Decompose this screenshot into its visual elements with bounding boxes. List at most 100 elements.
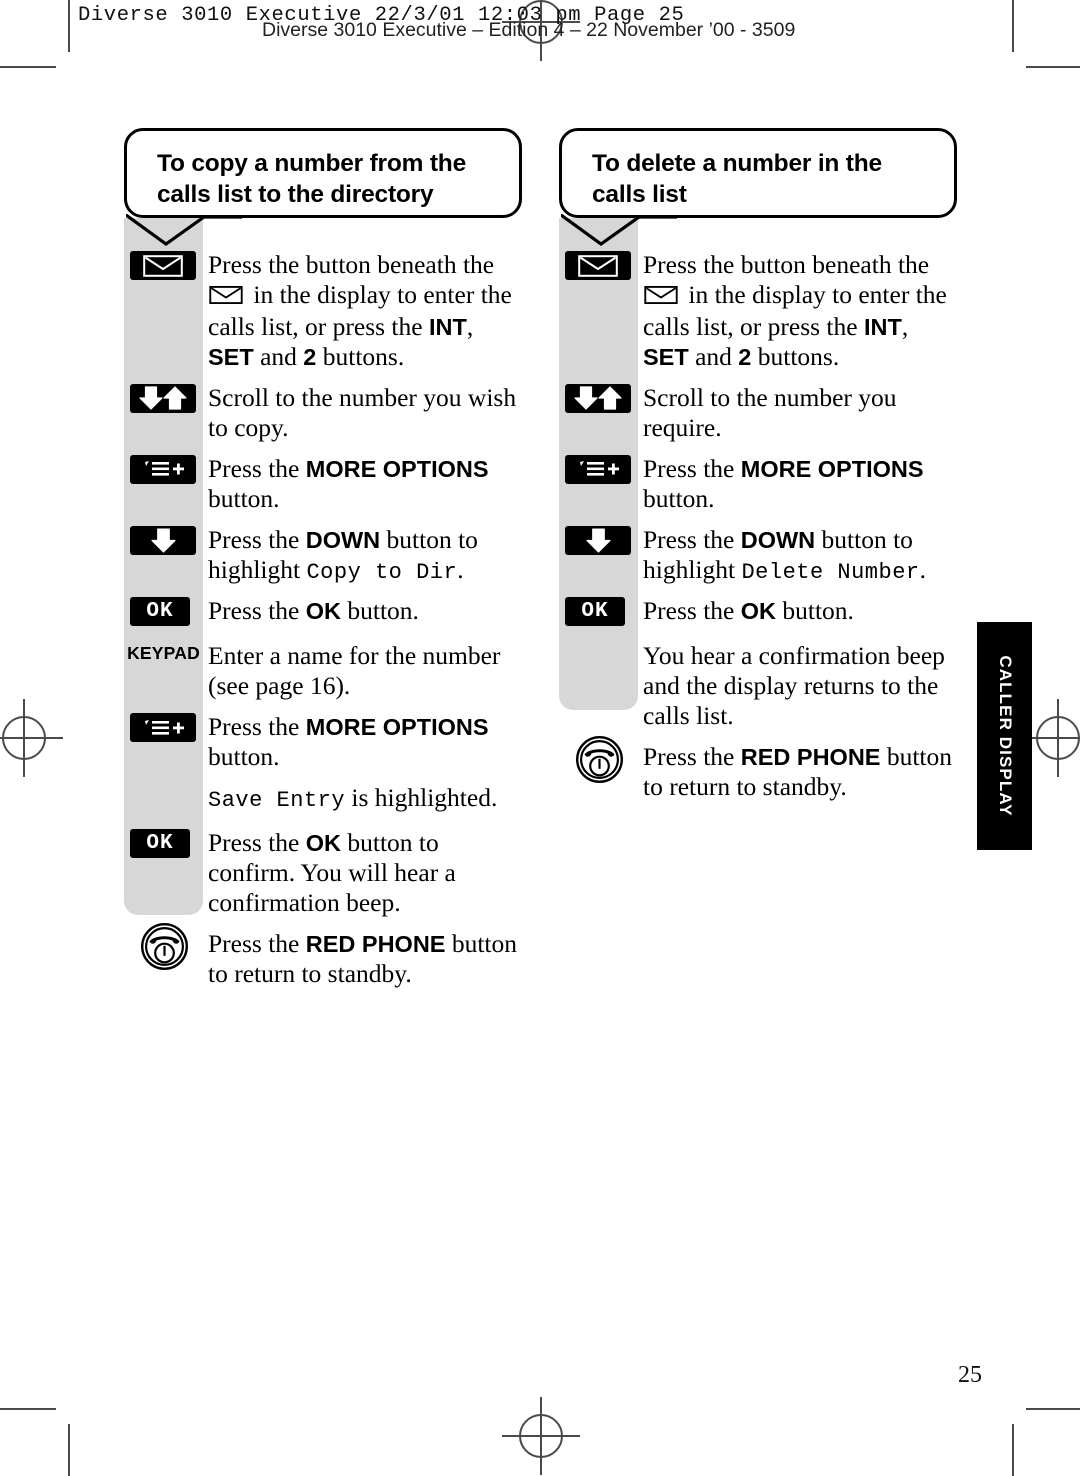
keypad-label-icon: KEYPAD xyxy=(127,643,200,664)
button-name: INT xyxy=(428,313,467,340)
step-instruction: Press the button beneath the in the disp… xyxy=(203,250,524,372)
button-name: RED PHONE xyxy=(740,744,881,771)
step-item: Press the button beneath the in the disp… xyxy=(124,250,524,372)
step-icon-gutter xyxy=(559,641,638,675)
button-name: INT xyxy=(863,313,902,340)
step-list: Press the button beneath the in the disp… xyxy=(124,250,524,1000)
instruction-text: Enter a name for the number (see page 16… xyxy=(208,641,501,701)
instruction-text: and xyxy=(253,341,304,371)
instruction-text: Press the xyxy=(208,524,306,554)
instruction-text: is highlighted. xyxy=(345,783,498,813)
instruction-text: , xyxy=(466,311,474,341)
instruction-text: and xyxy=(688,341,739,371)
step-icon-gutter xyxy=(559,736,638,784)
display-text: Delete Number xyxy=(741,559,920,585)
step-item: KEYPAD Enter a name for the number (see p… xyxy=(124,641,524,701)
instruction-text: Press the xyxy=(208,929,306,959)
button-name: DOWN xyxy=(740,526,816,553)
registration-mark-bottom xyxy=(502,1397,580,1475)
step-item: Press the RED PHONE button to return to … xyxy=(124,923,524,989)
instruction-text: Press the button beneath the xyxy=(208,250,495,279)
envelope-key-icon[interactable] xyxy=(565,251,631,280)
crop-mark-top-right-horizontal xyxy=(1026,66,1080,68)
envelope-glyph-icon xyxy=(644,282,678,312)
document-edition-header: Diverse 3010 Executive – Edition 4 – 22 … xyxy=(262,19,796,41)
down-up-arrows-key-icon[interactable] xyxy=(130,383,196,413)
instruction-text: button. xyxy=(208,483,280,513)
instruction-text: . xyxy=(457,554,464,584)
step-instruction: Press the RED PHONE button to return to … xyxy=(638,742,959,802)
step-instruction: Press the RED PHONE button to return to … xyxy=(203,929,524,989)
crop-mark-bottom-right-horizontal xyxy=(1026,1408,1080,1410)
button-name: OK xyxy=(740,598,776,625)
step-instruction: Press the DOWN button to highlight Copy … xyxy=(203,525,524,586)
crop-mark-bottom-left-vertical xyxy=(68,1424,70,1476)
heading-bubble-tail xyxy=(126,214,242,248)
button-name: SET xyxy=(643,343,689,370)
instruction-text: You hear a confirmation beep and the dis… xyxy=(643,641,945,731)
instruction-text: Press the xyxy=(208,596,306,626)
instruction-text: Press the xyxy=(643,596,741,626)
step-icon-gutter: KEYPAD xyxy=(124,641,203,675)
step-icon-gutter xyxy=(124,783,203,817)
step-item: OK Press the OK button. xyxy=(124,596,524,630)
registration-mark-left xyxy=(0,699,63,777)
instruction-text: button. xyxy=(208,742,280,772)
step-icon-gutter: OK xyxy=(124,596,203,630)
step-item: Press the MORE OPTIONS button. xyxy=(124,454,524,514)
red-phone-key-icon[interactable] xyxy=(141,923,188,971)
step-icon-gutter xyxy=(124,383,203,417)
instruction-text: Press the xyxy=(643,524,741,554)
section-heading-bubble: To delete a number in the calls list xyxy=(559,128,957,218)
ok-key-label: OK xyxy=(146,600,174,624)
step-item: Press the DOWN button to highlight Delet… xyxy=(559,525,959,586)
step-icon-gutter xyxy=(124,712,203,746)
more-options-key-icon[interactable] xyxy=(130,454,196,484)
section-heading-text: To copy a number from the calls list to … xyxy=(157,150,466,209)
button-name: 2 xyxy=(738,343,752,370)
ok-key-icon[interactable]: OK xyxy=(130,829,190,859)
instruction-text: Press the button beneath the xyxy=(643,250,930,279)
ok-key-icon[interactable]: OK xyxy=(565,597,625,627)
step-instruction: Save Entry is highlighted. xyxy=(203,783,524,814)
section-tab-label: CALLER DISPLAY xyxy=(995,655,1015,817)
button-name: MORE OPTIONS xyxy=(305,714,489,741)
down-arrow-key-icon[interactable] xyxy=(130,525,196,555)
crop-mark-top-left-vertical xyxy=(68,0,70,52)
step-item: OK Press the OK button. xyxy=(559,596,959,630)
down-up-arrows-key-icon[interactable] xyxy=(565,383,631,413)
down-arrow-key-icon[interactable] xyxy=(565,525,631,555)
envelope-key-icon[interactable] xyxy=(130,251,196,280)
step-instruction: Press the DOWN button to highlight Delet… xyxy=(638,525,959,586)
step-item: You hear a confirmation beep and the dis… xyxy=(559,641,959,731)
instruction-text: , xyxy=(901,311,909,341)
instruction-text: Press the xyxy=(208,828,306,858)
step-instruction: Scroll to the number you wish to copy. xyxy=(203,383,524,443)
button-name: OK xyxy=(305,830,341,857)
step-item: Press the DOWN button to highlight Copy … xyxy=(124,525,524,586)
crop-mark-top-left-horizontal xyxy=(0,66,56,68)
button-name: OK xyxy=(305,598,341,625)
step-icon-gutter xyxy=(124,454,203,488)
envelope-glyph-icon xyxy=(209,282,243,312)
ok-key-icon[interactable]: OK xyxy=(130,597,190,627)
section-tab-caller-display: CALLER DISPLAY xyxy=(977,622,1032,850)
ok-key-label: OK xyxy=(146,832,174,856)
step-icon-gutter xyxy=(124,250,203,284)
section-heading-text: To delete a number in the calls list xyxy=(592,150,882,209)
page-number: 25 xyxy=(958,1362,982,1388)
instruction-text: Press the xyxy=(208,712,306,742)
step-icon-gutter xyxy=(124,923,203,971)
instruction-text: . xyxy=(919,554,926,584)
red-phone-key-icon[interactable] xyxy=(576,736,623,784)
button-name: DOWN xyxy=(305,526,381,553)
more-options-key-icon[interactable] xyxy=(565,454,631,484)
section-heading-bubble: To copy a number from the calls list to … xyxy=(124,128,522,218)
step-icon-gutter xyxy=(124,525,203,559)
ok-key-label: OK xyxy=(581,600,609,624)
button-name: MORE OPTIONS xyxy=(740,455,924,482)
more-options-key-icon[interactable] xyxy=(130,713,196,743)
step-item: Press the MORE OPTIONS button. xyxy=(124,712,524,772)
instruction-text: button. xyxy=(643,483,715,513)
display-text: Save Entry xyxy=(208,788,346,814)
